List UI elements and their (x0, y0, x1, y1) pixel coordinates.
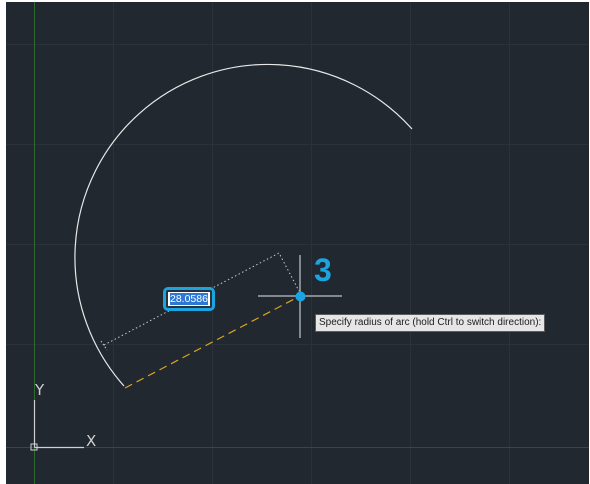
ucs-icon (30, 400, 84, 451)
dynamic-radius-input[interactable]: 28.0586 (163, 287, 215, 311)
arc-end-tick (100, 340, 108, 351)
ucs-x-label: X (86, 432, 97, 450)
step-number-badge: 3 (314, 252, 332, 288)
radius-value[interactable]: 28.0586 (170, 293, 208, 305)
drawing-canvas (6, 2, 589, 484)
arc-preview (74, 63, 413, 387)
cursor-point (295, 291, 306, 302)
drawing-viewport[interactable]: Y X 3 28.0586 Specify radius of arc (hol… (6, 2, 589, 484)
ucs-y-label: Y (35, 381, 45, 399)
command-prompt-tooltip: Specify radius of arc (hold Ctrl to swit… (315, 314, 546, 332)
